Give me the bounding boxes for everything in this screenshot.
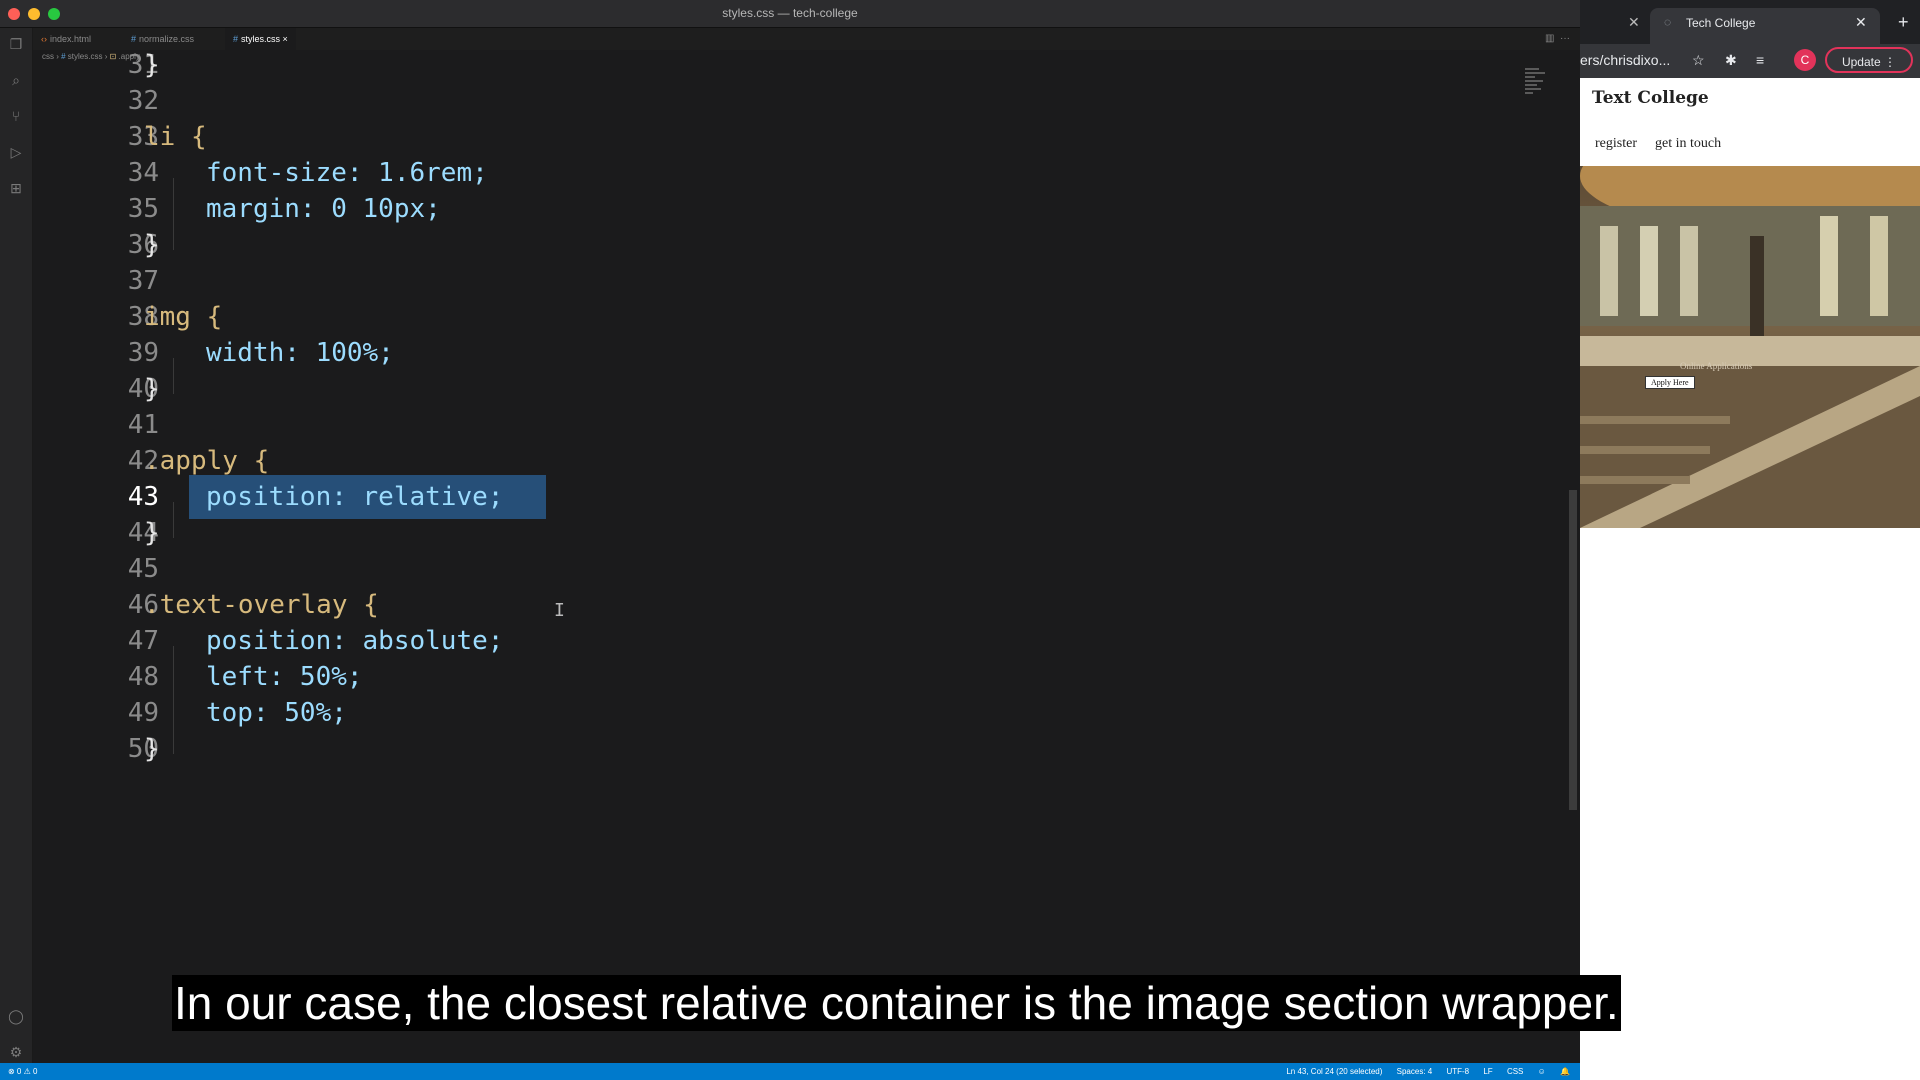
video-caption: In our case, the closest relative contai… — [172, 975, 1621, 1031]
window-title: styles.css — tech-college — [722, 6, 858, 20]
minimap[interactable] — [1525, 66, 1555, 126]
code-text: } — [144, 734, 160, 764]
indent-guide — [173, 646, 174, 754]
code-editor[interactable]: 31} 32 33 li { 34 font-size: 1.6rem; 35 mar… — [33, 50, 1533, 1063]
title-bar: styles.css — tech-college — [0, 0, 1580, 28]
end-of-line[interactable]: LF — [1483, 1067, 1492, 1076]
source-control-icon[interactable]: ⑂ — [8, 108, 24, 124]
status-right-group: Ln 43, Col 24 (20 selected) Spaces: 4 UT… — [1274, 1063, 1570, 1080]
cursor-position[interactable]: Ln 43, Col 24 (20 selected) — [1286, 1067, 1382, 1076]
browser-tab-strip: ✕ ◌ Tech College ✕ + — [1580, 0, 1920, 44]
nav-link-register[interactable]: register — [1595, 136, 1637, 152]
explorer-icon[interactable]: ❐ — [8, 36, 24, 52]
indentation[interactable]: Spaces: 4 — [1397, 1067, 1433, 1076]
nav-link-get-in-touch[interactable]: get in touch — [1655, 136, 1721, 152]
webpage: Text College register get in touch Onlin… — [1580, 78, 1920, 1080]
more-actions-icon[interactable]: ··· — [1560, 33, 1570, 44]
minimap-line — [1525, 80, 1543, 82]
update-button[interactable]: Update ⋮ — [1825, 47, 1913, 73]
language-mode[interactable]: CSS — [1507, 1067, 1523, 1076]
extensions-puzzle-icon[interactable]: ✱ — [1725, 52, 1737, 69]
feedback-icon[interactable]: ☺ — [1538, 1067, 1546, 1076]
new-tab-icon[interactable]: + — [1898, 12, 1909, 33]
encoding[interactable]: UTF-8 — [1446, 1067, 1469, 1076]
browser-tab-active[interactable] — [1650, 8, 1880, 44]
problems-indicator[interactable]: ⊗ 0 ⚠ 0 — [8, 1063, 37, 1080]
vscode-window: styles.css — tech-college ❐ ⌕ ⑂ ▷ ⊞ ◯ ⚙ … — [0, 0, 1580, 1080]
site-title: Text College — [1592, 88, 1709, 108]
minimap-line — [1525, 76, 1535, 78]
account-icon[interactable]: ◯ — [8, 1008, 24, 1024]
notifications-icon[interactable]: 🔔 — [1560, 1067, 1570, 1076]
profile-avatar[interactable]: C — [1794, 49, 1816, 71]
reading-list-icon[interactable]: ≡ — [1756, 52, 1764, 68]
code-line: 50} — [33, 727, 1533, 771]
globe-icon: ◌ — [1664, 15, 1672, 29]
close-tab-icon[interactable]: ✕ — [1628, 14, 1640, 31]
bookmark-star-icon[interactable]: ☆ — [1692, 52, 1705, 69]
hero-image: Online Applications Apply Here — [1580, 166, 1920, 528]
status-bar: ⊗ 0 ⚠ 0 Ln 43, Col 24 (20 selected) Spac… — [0, 1063, 1580, 1080]
atrium-photo — [1580, 166, 1920, 528]
minimap-line — [1525, 72, 1545, 74]
activity-bar: ❐ ⌕ ⑂ ▷ ⊞ ◯ ⚙ — [0, 28, 33, 1070]
minimap-line — [1525, 84, 1537, 86]
minimap-line — [1525, 88, 1541, 90]
indent-guide — [173, 358, 174, 394]
indent-guide — [173, 178, 174, 250]
run-debug-icon[interactable]: ▷ — [8, 144, 24, 160]
address-bar[interactable]: ers/chrisdixo... — [1580, 52, 1670, 68]
browser-tab-title: Tech College — [1686, 16, 1756, 30]
apply-here-button[interactable]: Apply Here — [1645, 376, 1695, 389]
text-overlay: Online Applications — [1680, 361, 1753, 371]
editor-actions: ▥ ··· — [1545, 33, 1570, 44]
indent-guide — [173, 502, 174, 538]
browser-toolbar: ers/chrisdixo... ☆ ✱ ≡ C Update ⋮ — [1580, 44, 1920, 78]
split-editor-icon[interactable]: ▥ — [1545, 33, 1554, 44]
search-icon[interactable]: ⌕ — [8, 72, 24, 88]
editor-scrollbar[interactable] — [1569, 490, 1577, 810]
extensions-icon[interactable]: ⊞ — [8, 180, 24, 196]
close-tab-icon[interactable]: ✕ — [1855, 14, 1867, 31]
minimap-line — [1525, 92, 1533, 94]
mouse-text-cursor: I — [554, 600, 565, 621]
settings-gear-icon[interactable]: ⚙ — [8, 1044, 24, 1060]
minimap-line — [1525, 68, 1539, 70]
update-label: Update — [1841, 55, 1881, 69]
browser-window: ✕ ◌ Tech College ✕ + ers/chrisdixo... ☆ … — [1580, 0, 1920, 1080]
